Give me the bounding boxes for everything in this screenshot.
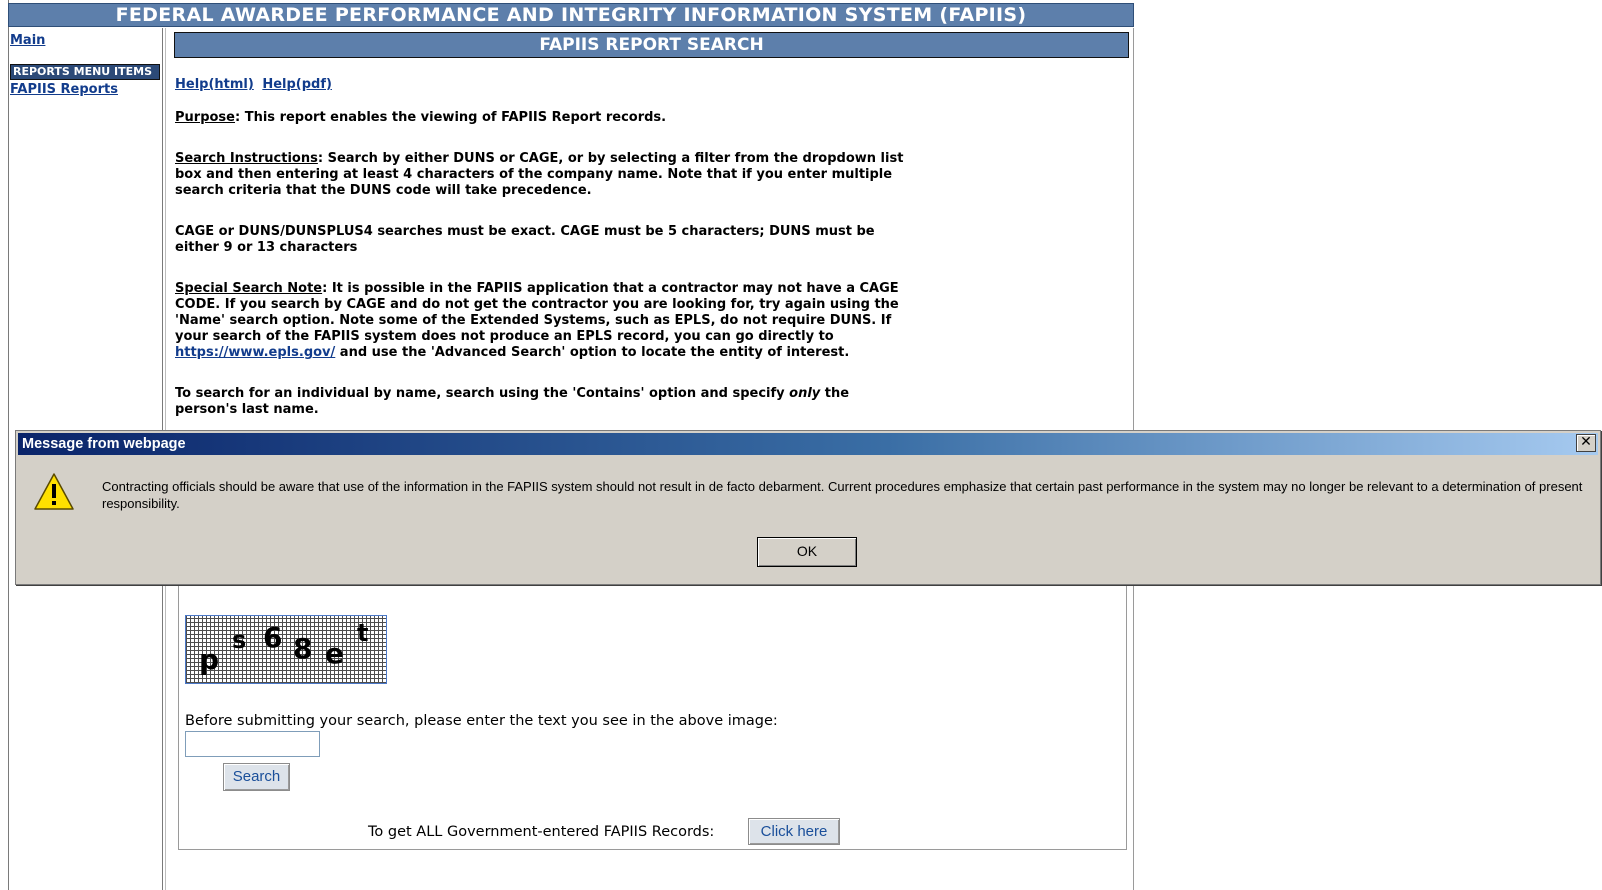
help-html-link[interactable]: Help(html) [175,77,254,92]
cage-duns-note: CAGE or DUNS/DUNSPLUS4 searches must be … [175,224,875,255]
search-instructions-paragraph: Search Instructions: Search by either DU… [175,151,915,199]
captcha-image: p s 6 8 e t [185,615,387,684]
purpose-label: Purpose [175,110,235,125]
captcha-char: p [199,643,220,676]
special-label: Special Search Note [175,281,323,296]
captcha-char: 8 [293,632,313,665]
sidebar-menu-heading: REPORTS MENU ITEMS [10,64,160,80]
site-header-title: FEDERAL AWARDEE PERFORMANCE AND INTEGRIT… [8,3,1134,27]
all-records-label: To get ALL Government-entered FAPIIS Rec… [368,824,715,840]
epls-link[interactable]: https://www.epls.gov/ [175,345,335,360]
captcha-char: e [325,637,344,670]
help-links: Help(html) Help(pdf) [175,77,336,92]
click-here-button[interactable]: Click here [748,818,840,845]
individual-text-1: To search for an individual by name, sea… [175,386,790,401]
sidebar-link-fapiis-reports[interactable]: FAPIIS Reports [10,82,118,97]
captcha-prompt: Before submitting your search, please en… [185,713,778,729]
page-title: FAPIIS REPORT SEARCH [174,32,1129,58]
captcha-char: t [357,619,369,647]
purpose-text: : This report enables the viewing of FAP… [235,110,667,125]
message-dialog: Message from webpage ✕ Contracting offic… [15,430,1601,585]
special-search-note: Special Search Note: It is possible in t… [175,281,915,361]
warning-icon [34,473,74,510]
captcha-char: s [232,626,247,654]
captcha-input[interactable] [185,731,320,757]
purpose-paragraph: Purpose: This report enables the viewing… [175,110,915,126]
dialog-title-bar[interactable]: Message from webpage [18,433,1598,455]
page-frame-left [8,0,9,890]
instructions-label: Search Instructions [175,151,318,166]
close-icon[interactable]: ✕ [1576,434,1596,452]
individual-search-note: To search for an individual by name, sea… [175,386,915,418]
search-button[interactable]: Search [223,763,290,791]
ok-button[interactable]: OK [757,537,857,567]
individual-emphasis: only [789,386,821,401]
captcha-char: 6 [263,621,283,654]
dialog-message: Contracting officials should be aware th… [102,479,1583,511]
sidebar-link-main[interactable]: Main [10,33,45,48]
special-text-2: and use the 'Advanced Search' option to … [335,345,850,360]
dialog-title: Message from webpage [22,436,186,452]
help-pdf-link[interactable]: Help(pdf) [262,77,332,92]
